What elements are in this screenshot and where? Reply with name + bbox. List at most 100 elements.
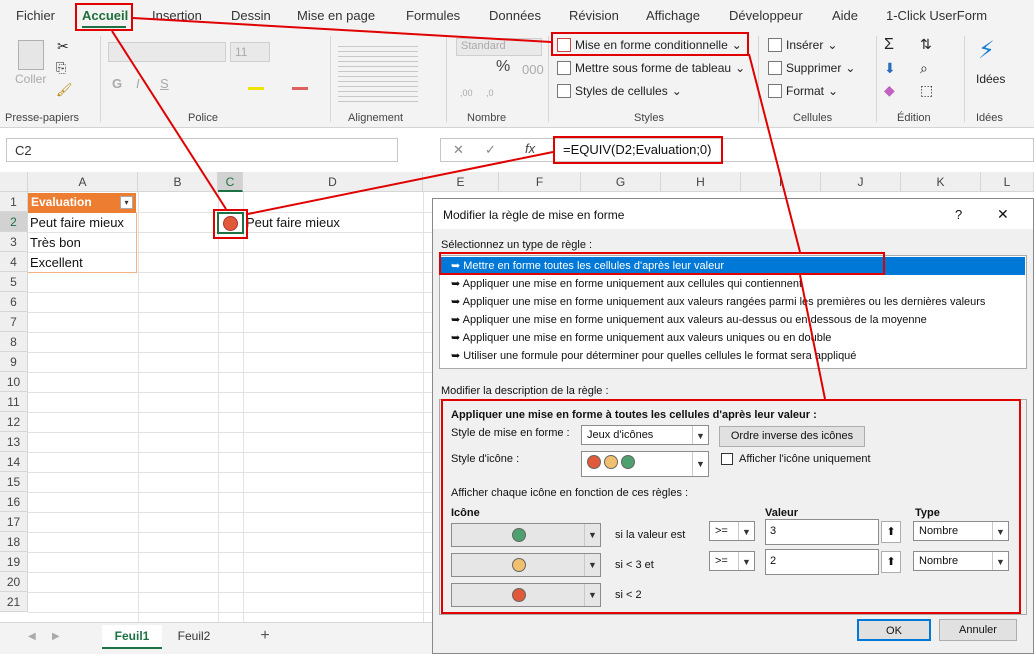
operator-combo[interactable]: >= ▼ xyxy=(709,521,755,541)
reverse-order-button[interactable]: Ordre inverse des icônes xyxy=(719,426,865,447)
cancel-button[interactable]: Annuler xyxy=(939,619,1017,641)
row-header-14[interactable]: 14 xyxy=(0,452,28,472)
sheet-tab-feuil1[interactable]: Feuil1 xyxy=(102,625,162,649)
underline-button[interactable]: S xyxy=(160,76,169,91)
row-header-6[interactable]: 6 xyxy=(0,292,28,312)
fill-color-icon[interactable] xyxy=(248,76,264,90)
row-header-10[interactable]: 10 xyxy=(0,372,28,392)
col-header-g[interactable]: G xyxy=(581,172,661,192)
cell-d2[interactable]: Peut faire mieux xyxy=(246,215,340,230)
col-header-k[interactable]: K xyxy=(901,172,981,192)
ok-button[interactable]: OK xyxy=(857,619,931,641)
row-header-1[interactable]: 1 xyxy=(0,192,28,212)
row-header-3[interactable]: 3 xyxy=(0,232,28,252)
tab-insertion[interactable]: Insertion xyxy=(152,8,202,23)
font-name-combo[interactable] xyxy=(108,42,226,62)
tab-mise-en-page[interactable]: Mise en page xyxy=(297,8,375,23)
row-header-5[interactable]: 5 xyxy=(0,272,28,292)
rule-type-item[interactable]: ➥ Appliquer une mise en forme uniquement… xyxy=(441,293,1025,311)
active-cell-c2[interactable] xyxy=(217,212,244,234)
row-header-17[interactable]: 17 xyxy=(0,512,28,532)
row-header-11[interactable]: 11 xyxy=(0,392,28,412)
close-icon[interactable]: ✕ xyxy=(997,206,1009,223)
col-header-b[interactable]: B xyxy=(138,172,218,192)
font-color-icon[interactable] xyxy=(292,76,308,90)
add-sheet-icon[interactable]: + xyxy=(254,625,276,649)
sheet-tab-feuil2[interactable]: Feuil2 xyxy=(166,625,222,649)
cut-icon[interactable]: ✂ xyxy=(57,38,69,55)
thousands-icon[interactable]: 000 xyxy=(522,62,544,77)
paste-icon[interactable] xyxy=(18,40,44,70)
icon-select-combo[interactable]: ▼ xyxy=(451,553,601,577)
rule-type-item[interactable]: ➥ Appliquer une mise en forme uniquement… xyxy=(441,311,1025,329)
row-header-8[interactable]: 8 xyxy=(0,332,28,352)
cell-styles-button[interactable]: Styles de cellules ⌄ xyxy=(557,84,682,98)
icon-select-combo[interactable]: ▼ xyxy=(451,583,601,607)
select-all-corner[interactable] xyxy=(0,172,28,192)
cancel-icon[interactable]: ✕ xyxy=(453,142,464,158)
value-input[interactable]: 3 xyxy=(765,519,879,545)
sort-filter-icon[interactable]: ⇅ xyxy=(920,36,932,53)
tab-fichier[interactable]: Fichier xyxy=(16,8,55,23)
formula-input-area[interactable]: ✕ ✓ fx xyxy=(440,138,1034,162)
col-header-f[interactable]: F xyxy=(499,172,581,192)
row-header-12[interactable]: 12 xyxy=(0,412,28,432)
tab-userform[interactable]: 1-Click UserForm xyxy=(886,8,987,23)
tab-aide[interactable]: Aide xyxy=(832,8,858,23)
prev-sheet-icon[interactable]: ◀ xyxy=(28,631,36,642)
next-sheet-icon[interactable]: ▶ xyxy=(52,631,60,642)
row-header-4[interactable]: 4 xyxy=(0,252,28,272)
confirm-icon[interactable]: ✓ xyxy=(485,142,496,158)
operator-combo[interactable]: >= ▼ xyxy=(709,551,755,571)
col-header-c[interactable]: C xyxy=(218,172,243,192)
tab-affichage[interactable]: Affichage xyxy=(646,8,700,23)
alignment-icons[interactable] xyxy=(338,42,418,102)
type-combo[interactable]: Nombre ▼ xyxy=(913,551,1009,571)
icon-style-combo[interactable]: ▼ xyxy=(581,451,709,477)
font-size-combo[interactable]: 11 xyxy=(230,42,270,62)
select-icon[interactable]: ⬚ xyxy=(920,82,933,99)
col-header-h[interactable]: H xyxy=(661,172,741,192)
value-input[interactable]: 2 xyxy=(765,549,879,575)
increase-decimal-icon[interactable]: ,00 xyxy=(460,88,473,98)
rule-type-item[interactable]: ➥ Mettre en forme toutes les cellules d'… xyxy=(441,257,1025,275)
row-header-18[interactable]: 18 xyxy=(0,532,28,552)
filter-dropdown-icon[interactable]: ▾ xyxy=(120,196,133,209)
table-header-cell[interactable]: Evaluation ▾ xyxy=(28,193,136,213)
find-icon[interactable]: ⌕ xyxy=(920,60,928,77)
decrease-decimal-icon[interactable]: ,0 xyxy=(486,88,494,98)
insert-button[interactable]: Insérer ⌄ xyxy=(768,38,837,52)
tab-developpeur[interactable]: Développeur xyxy=(729,8,803,23)
number-format-combo[interactable]: Standard xyxy=(456,38,542,56)
formula-text[interactable]: =EQUIV(D2;Evaluation;0) xyxy=(558,139,724,161)
clear-icon[interactable]: ◆ xyxy=(884,82,895,99)
show-icon-only-checkbox[interactable] xyxy=(721,453,733,465)
row-header-9[interactable]: 9 xyxy=(0,352,28,372)
row-header-21[interactable]: 21 xyxy=(0,592,28,612)
col-header-l[interactable]: L xyxy=(981,172,1034,192)
lightning-icon[interactable]: ⚡ xyxy=(978,36,995,65)
row-header-16[interactable]: 16 xyxy=(0,492,28,512)
percent-icon[interactable]: % xyxy=(496,58,510,76)
sum-icon[interactable]: Σ xyxy=(884,36,894,54)
col-header-d[interactable]: D xyxy=(243,172,423,192)
bold-button[interactable]: G xyxy=(112,76,122,91)
fill-icon[interactable]: ⬇ xyxy=(884,60,896,77)
range-select-icon[interactable]: ⬆ xyxy=(881,521,901,543)
tab-accueil[interactable]: Accueil xyxy=(82,8,128,23)
name-box[interactable]: C2 xyxy=(6,138,398,162)
col-header-i[interactable]: I xyxy=(741,172,821,192)
tab-formules[interactable]: Formules xyxy=(406,8,460,23)
row-header-7[interactable]: 7 xyxy=(0,312,28,332)
format-button[interactable]: Format ⌄ xyxy=(768,84,838,98)
help-icon[interactable]: ? xyxy=(955,207,962,222)
format-style-combo[interactable]: Jeux d'icônes ▼ xyxy=(581,425,709,445)
col-header-a[interactable]: A xyxy=(28,172,138,192)
type-combo[interactable]: Nombre ▼ xyxy=(913,521,1009,541)
format-as-table-button[interactable]: Mettre sous forme de tableau ⌄ xyxy=(557,61,745,75)
icon-select-combo[interactable]: ▼ xyxy=(451,523,601,547)
rule-type-item[interactable]: ➥ Appliquer une mise en forme uniquement… xyxy=(441,275,1025,293)
col-header-e[interactable]: E xyxy=(423,172,499,192)
row-header-15[interactable]: 15 xyxy=(0,472,28,492)
row-header-20[interactable]: 20 xyxy=(0,572,28,592)
